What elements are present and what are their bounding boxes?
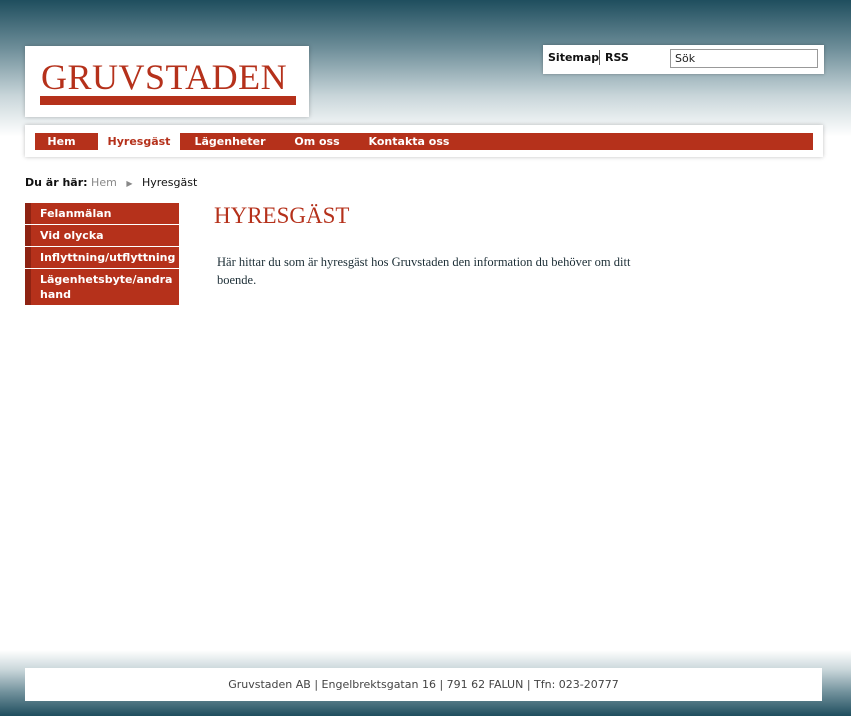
breadcrumb-link-hem[interactable]: Hem (91, 176, 117, 189)
rss-link[interactable]: RSS (605, 51, 629, 64)
footer: Gruvstaden AB | Engelbrektsgatan 16 | 79… (25, 668, 822, 701)
search-input[interactable] (670, 49, 818, 68)
sidebar-item-felanmalan[interactable]: Felanmälan (25, 203, 179, 224)
sitemap-link[interactable]: Sitemap (548, 51, 599, 64)
page-title: HYRESGÄST (214, 203, 350, 228)
logo-text: GRUVSTADEN (41, 57, 288, 97)
breadcrumb-current: Hyresgäst (141, 176, 198, 189)
sidebar-item-inflyttning[interactable]: Inflyttning/utflyttning (25, 247, 179, 268)
breadcrumb-label: Du är här: (25, 176, 88, 189)
main-nav-bar: Hem Hyresgäst Lägenheter Om oss Kontakta… (35, 133, 813, 150)
breadcrumb-arrow-icon: ▶ (126, 179, 133, 188)
sidebar: Felanmälan Vid olycka Inflyttning/utflyt… (25, 203, 179, 306)
nav-item-lagenheter[interactable]: Lägenheter (180, 133, 280, 150)
logo-underline (40, 96, 296, 105)
logo[interactable]: GRUVSTADEN (25, 46, 309, 117)
intro-text: Här hittar du som är hyresgäst hos Gruvs… (217, 255, 631, 287)
utility-divider (599, 50, 600, 65)
nav-item-kontakta-oss[interactable]: Kontakta oss (354, 133, 464, 150)
utility-bar: Sitemap RSS (543, 45, 824, 74)
breadcrumb: Du är här: Hem ▶ Hyresgäst (25, 176, 197, 189)
nav-item-om-oss[interactable]: Om oss (280, 133, 354, 150)
main-nav: Hem Hyresgäst Lägenheter Om oss Kontakta… (25, 125, 823, 157)
nav-item-hyresgast[interactable]: Hyresgäst (98, 133, 180, 150)
nav-item-hem[interactable]: Hem (35, 133, 88, 150)
sidebar-item-lagenhetsbyte[interactable]: Lägenhetsbyte/andra hand (25, 269, 179, 305)
sidebar-item-vid-olycka[interactable]: Vid olycka (25, 225, 179, 246)
